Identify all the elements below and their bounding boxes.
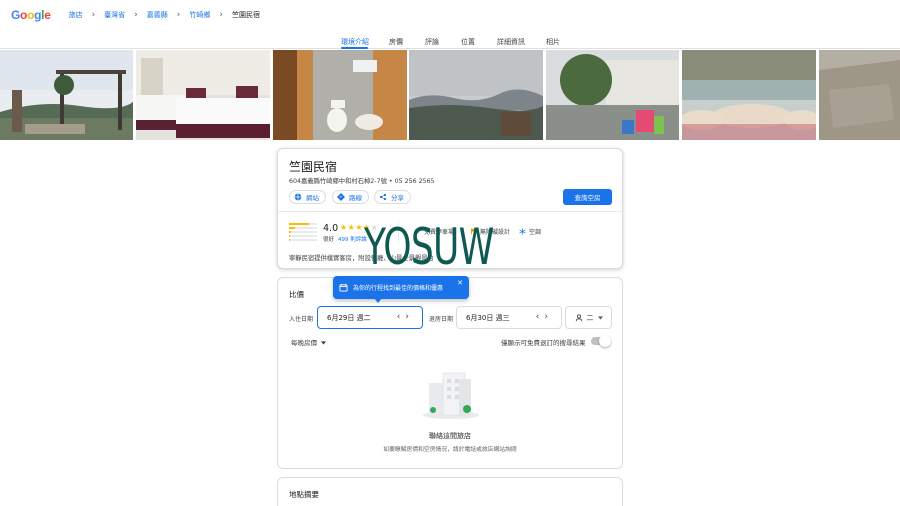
share-button[interactable]: 分享 [374, 190, 411, 204]
rating-label: 很好 [323, 237, 335, 243]
per-night-dropdown[interactable]: 每晚房價 [291, 337, 327, 347]
tab-reviews[interactable]: 評論 [425, 37, 439, 47]
star-icon: ★ [355, 223, 364, 232]
breadcrumb-separator: › [176, 10, 181, 20]
checkin-date-field[interactable]: 6月29日 週二 ‹› [317, 306, 423, 329]
section-tabs: 環境介紹 房價 評論 位置 詳細資訊 相片 [0, 30, 900, 49]
active-tab-indicator [341, 47, 368, 49]
watermark-text: YOSUW [364, 218, 494, 276]
rating-bar-3 [289, 231, 317, 233]
breadcrumb-item-township[interactable]: 竹崎鄉 [189, 10, 210, 20]
person-icon [575, 313, 582, 321]
rating-distribution [289, 223, 317, 243]
guests-selector[interactable]: 二 [565, 306, 612, 329]
amenity-ac: 空調 [519, 227, 541, 236]
directions-icon [337, 193, 345, 201]
price-section-title: 比價 [289, 290, 304, 299]
snowflake-icon [519, 228, 526, 235]
breadcrumb-current: 竺園民宿 [232, 11, 260, 19]
close-icon[interactable]: ✕ [457, 279, 463, 287]
price-comparison-card: 比價 入住日期 6月29日 週二 ‹› 退房日期 6月30日 週三 ‹› 二 每… [277, 277, 623, 469]
empty-state-title: 聯絡這間旅店 [429, 432, 471, 440]
calendar-icon [339, 283, 348, 292]
reviews-link[interactable]: 499 則評論 [338, 235, 367, 243]
rating-bar-5 [289, 223, 317, 225]
deal-tooltip: 為你的行程找到最佳的價格和優惠 ✕ [333, 276, 469, 299]
breadcrumb-item-hotels[interactable]: 旅店 [69, 10, 83, 20]
check-availability-button[interactable]: 查詢空房 [563, 189, 612, 205]
free-cancel-label: 僅顯示可免費退訂的搜尋結果 [501, 339, 586, 347]
location-summary-card: 地點摘要 [277, 477, 623, 506]
photo-dining-hall[interactable] [682, 50, 816, 140]
tab-details[interactable]: 詳細資訊 [497, 37, 525, 47]
photo-bathroom[interactable] [273, 50, 407, 140]
card-divider [278, 211, 622, 212]
chevron-down-icon [597, 315, 603, 320]
rating-bar-4 [289, 227, 317, 229]
tab-prices[interactable]: 房價 [389, 37, 403, 47]
tab-location[interactable]: 位置 [461, 37, 475, 47]
rating-bar-1 [289, 239, 317, 241]
free-cancel-toggle[interactable] [591, 335, 611, 347]
checkout-date-field[interactable]: 6月30日 週三 ‹› [456, 306, 562, 329]
tooltip-text: 為你的行程找到最佳的價格和優惠 [353, 285, 444, 292]
tooltip-pointer [374, 298, 382, 303]
hotel-address: 604嘉義縣竹崎鄉中和村石棹2-7號 • 05 256 2565 [289, 178, 435, 185]
breadcrumb-separator: › [134, 10, 138, 20]
star-icon: ★ [340, 223, 348, 232]
empty-state-subtitle: 如要瞭解房價和空房情況，請於電話或旅店網站詢問 [383, 447, 517, 453]
website-button[interactable]: 網站 [289, 190, 326, 204]
breadcrumb-item-county[interactable]: 嘉義縣 [147, 10, 168, 20]
photo-stone-path[interactable] [819, 50, 900, 140]
breadcrumb-separator: › [219, 10, 223, 20]
share-icon [379, 193, 387, 201]
tab-photos[interactable]: 相片 [546, 37, 560, 47]
photo-bedroom[interactable] [136, 50, 270, 140]
breadcrumb-item-province[interactable]: 臺灣省 [104, 10, 125, 20]
checkin-label: 入住日期 [289, 316, 314, 323]
photo-mountain-view[interactable] [409, 50, 543, 140]
rating-bar-2 [289, 235, 317, 237]
top-bar: Google 旅店 › 臺灣省 › 嘉義縣 › 竹崎鄉 › 竺園民宿 [0, 0, 900, 30]
globe-icon [294, 193, 302, 201]
tab-overview[interactable]: 環境介紹 [341, 37, 369, 47]
rating-score: 4.0 [323, 223, 339, 234]
location-title: 地點摘要 [289, 490, 319, 499]
breadcrumb: 旅店 › 臺灣省 › 嘉義縣 › 竹崎鄉 › 竺園民宿 [69, 10, 260, 20]
chevron-down-icon [321, 341, 327, 345]
checkout-label: 退房日期 [429, 316, 454, 323]
checkout-date-arrows[interactable]: ‹› [536, 312, 553, 322]
directions-button[interactable]: 路線 [332, 190, 369, 204]
hotel-name: 竺園民宿 [289, 160, 338, 174]
checkin-date-arrows[interactable]: ‹› [397, 312, 414, 322]
photo-gallery [0, 50, 900, 140]
breadcrumb-separator: › [91, 10, 96, 20]
empty-hotel-illustration [423, 372, 479, 419]
photo-courtyard[interactable] [546, 50, 679, 140]
photo-garden-arch[interactable] [0, 50, 133, 140]
google-logo[interactable]: Google [11, 8, 51, 22]
